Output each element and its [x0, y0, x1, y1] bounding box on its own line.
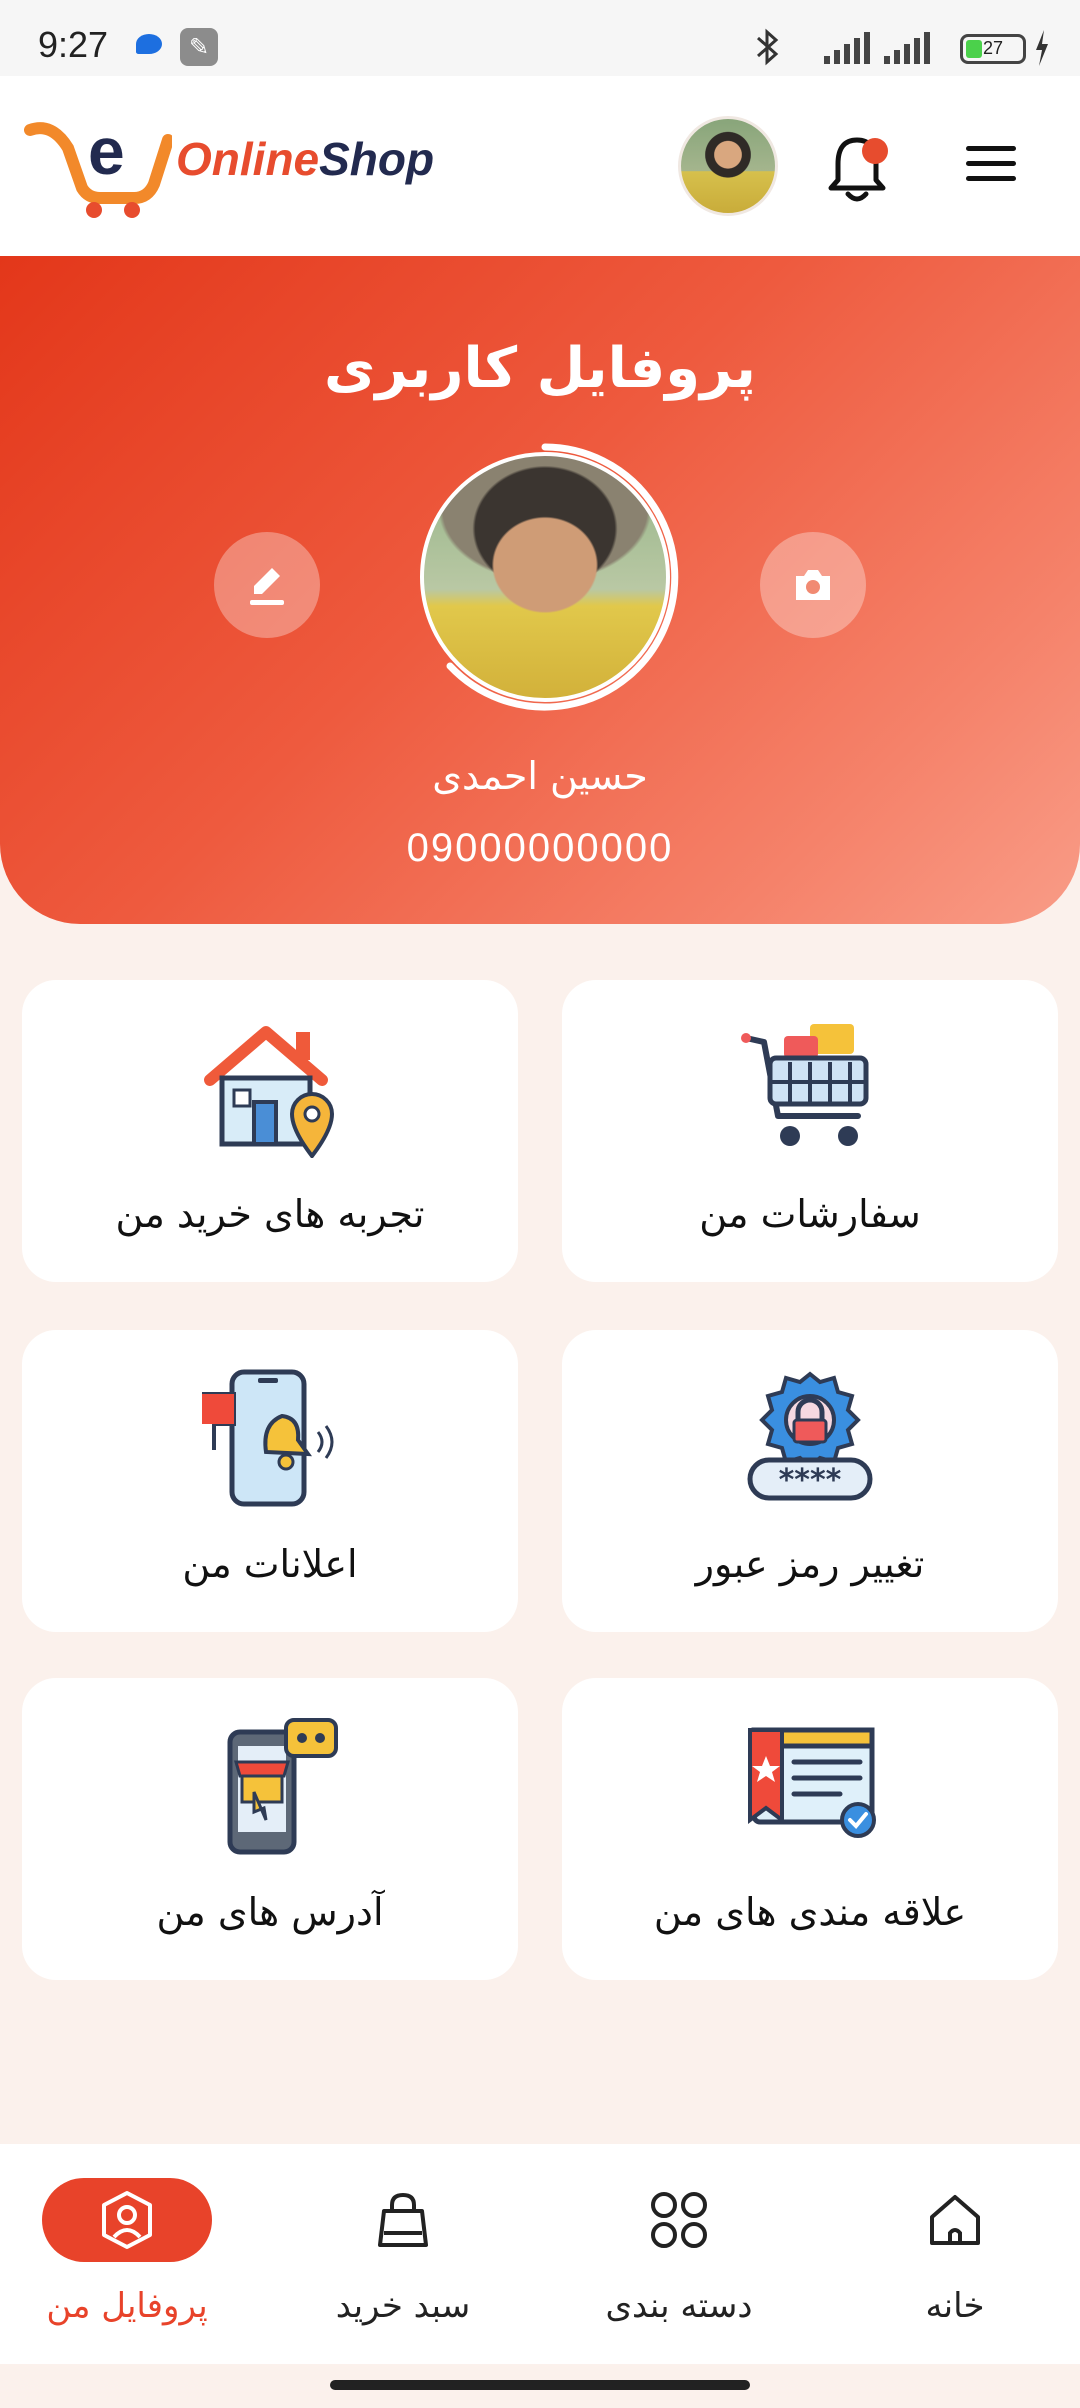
shopping-cart-icon — [741, 1024, 869, 1146]
card-label: تجربه های خرید من — [115, 1192, 425, 1236]
logo-icon: e — [24, 114, 172, 218]
charging-icon — [1036, 30, 1048, 66]
battery-icon: 27 — [960, 34, 1026, 64]
profile-avatar-wrapper — [410, 442, 680, 712]
camera-icon — [796, 570, 830, 600]
favorite-list-icon — [748, 1727, 876, 1838]
status-bar: 9:27 ✎ 27 — [0, 0, 1080, 76]
logo-letter: e — [88, 114, 125, 188]
profile-name: حسین احمدی — [432, 754, 648, 798]
brand-part-shop: Shop — [319, 133, 435, 185]
bluetooth-icon — [757, 28, 779, 66]
home-indicator — [330, 2380, 750, 2390]
brand-name: OnlineShop — [176, 132, 434, 186]
chat-icon — [136, 34, 162, 54]
nav-label: پروفایل من — [46, 2286, 208, 2326]
change-photo-button[interactable] — [760, 532, 866, 638]
battery-level: 27 — [982, 38, 1004, 58]
profile-avatar[interactable] — [420, 452, 670, 702]
header-avatar[interactable] — [678, 116, 778, 216]
bottom-navigation: خانه دسته بندی سبد خرید پروفایل من — [0, 2144, 1080, 2364]
nav-home[interactable]: خانه — [820, 2178, 1080, 2328]
card-my-orders[interactable]: سفارشات من — [562, 980, 1058, 1282]
nav-label: سبد خرید — [335, 2286, 471, 2326]
page-title: پروفایل کاربری — [324, 336, 756, 401]
nav-categories[interactable]: دسته بندی — [544, 2178, 814, 2328]
edit-profile-button[interactable] — [214, 532, 320, 638]
status-time: 9:27 — [38, 24, 109, 65]
nav-label: دسته بندی — [605, 2286, 753, 2326]
card-label: اعلانات من — [182, 1542, 358, 1586]
card-my-addresses[interactable]: آدرس های من — [22, 1678, 518, 1980]
shopping-bag-icon — [378, 2192, 428, 2247]
store-address-icon — [227, 1718, 338, 1855]
edit-icon — [250, 568, 284, 605]
home-icon — [930, 2195, 980, 2245]
nav-profile[interactable]: پروفایل من — [0, 2178, 262, 2328]
card-label: سفارشات من — [699, 1192, 921, 1236]
nav-cart[interactable]: سبد خرید — [268, 2178, 538, 2328]
password-lock-icon: **** — [747, 1371, 873, 1501]
profile-icon — [102, 2191, 152, 2249]
notification-dot — [862, 138, 888, 164]
card-my-notifications[interactable]: اعلانات من — [22, 1330, 518, 1632]
category-icon — [651, 2192, 707, 2248]
profile-hero: پروفایل کاربری حسین احمدی 09000000000 — [0, 256, 1080, 924]
house-location-icon — [204, 1026, 335, 1158]
svg-text:****: **** — [779, 1463, 842, 1498]
card-my-favorites[interactable]: علاقه مندی های من — [562, 1678, 1058, 1980]
app-header: e OnlineShop — [0, 76, 1080, 256]
signal-icon — [824, 32, 870, 64]
profile-phone: 09000000000 — [406, 826, 674, 870]
menu-icon[interactable] — [966, 146, 1016, 184]
tool-icon: ✎ — [180, 28, 218, 66]
signal-icon — [884, 32, 930, 64]
card-shopping-experiences[interactable]: تجربه های خرید من — [22, 980, 518, 1282]
card-label: آدرس های من — [156, 1890, 384, 1934]
phone-notification-icon — [202, 1369, 334, 1507]
brand-part-online: Online — [176, 133, 320, 185]
nav-label: خانه — [925, 2286, 985, 2326]
card-change-password[interactable]: **** تغییر رمز عبور — [562, 1330, 1058, 1632]
card-label: علاقه مندی های من — [653, 1890, 967, 1934]
card-label: تغییر رمز عبور — [695, 1542, 925, 1586]
